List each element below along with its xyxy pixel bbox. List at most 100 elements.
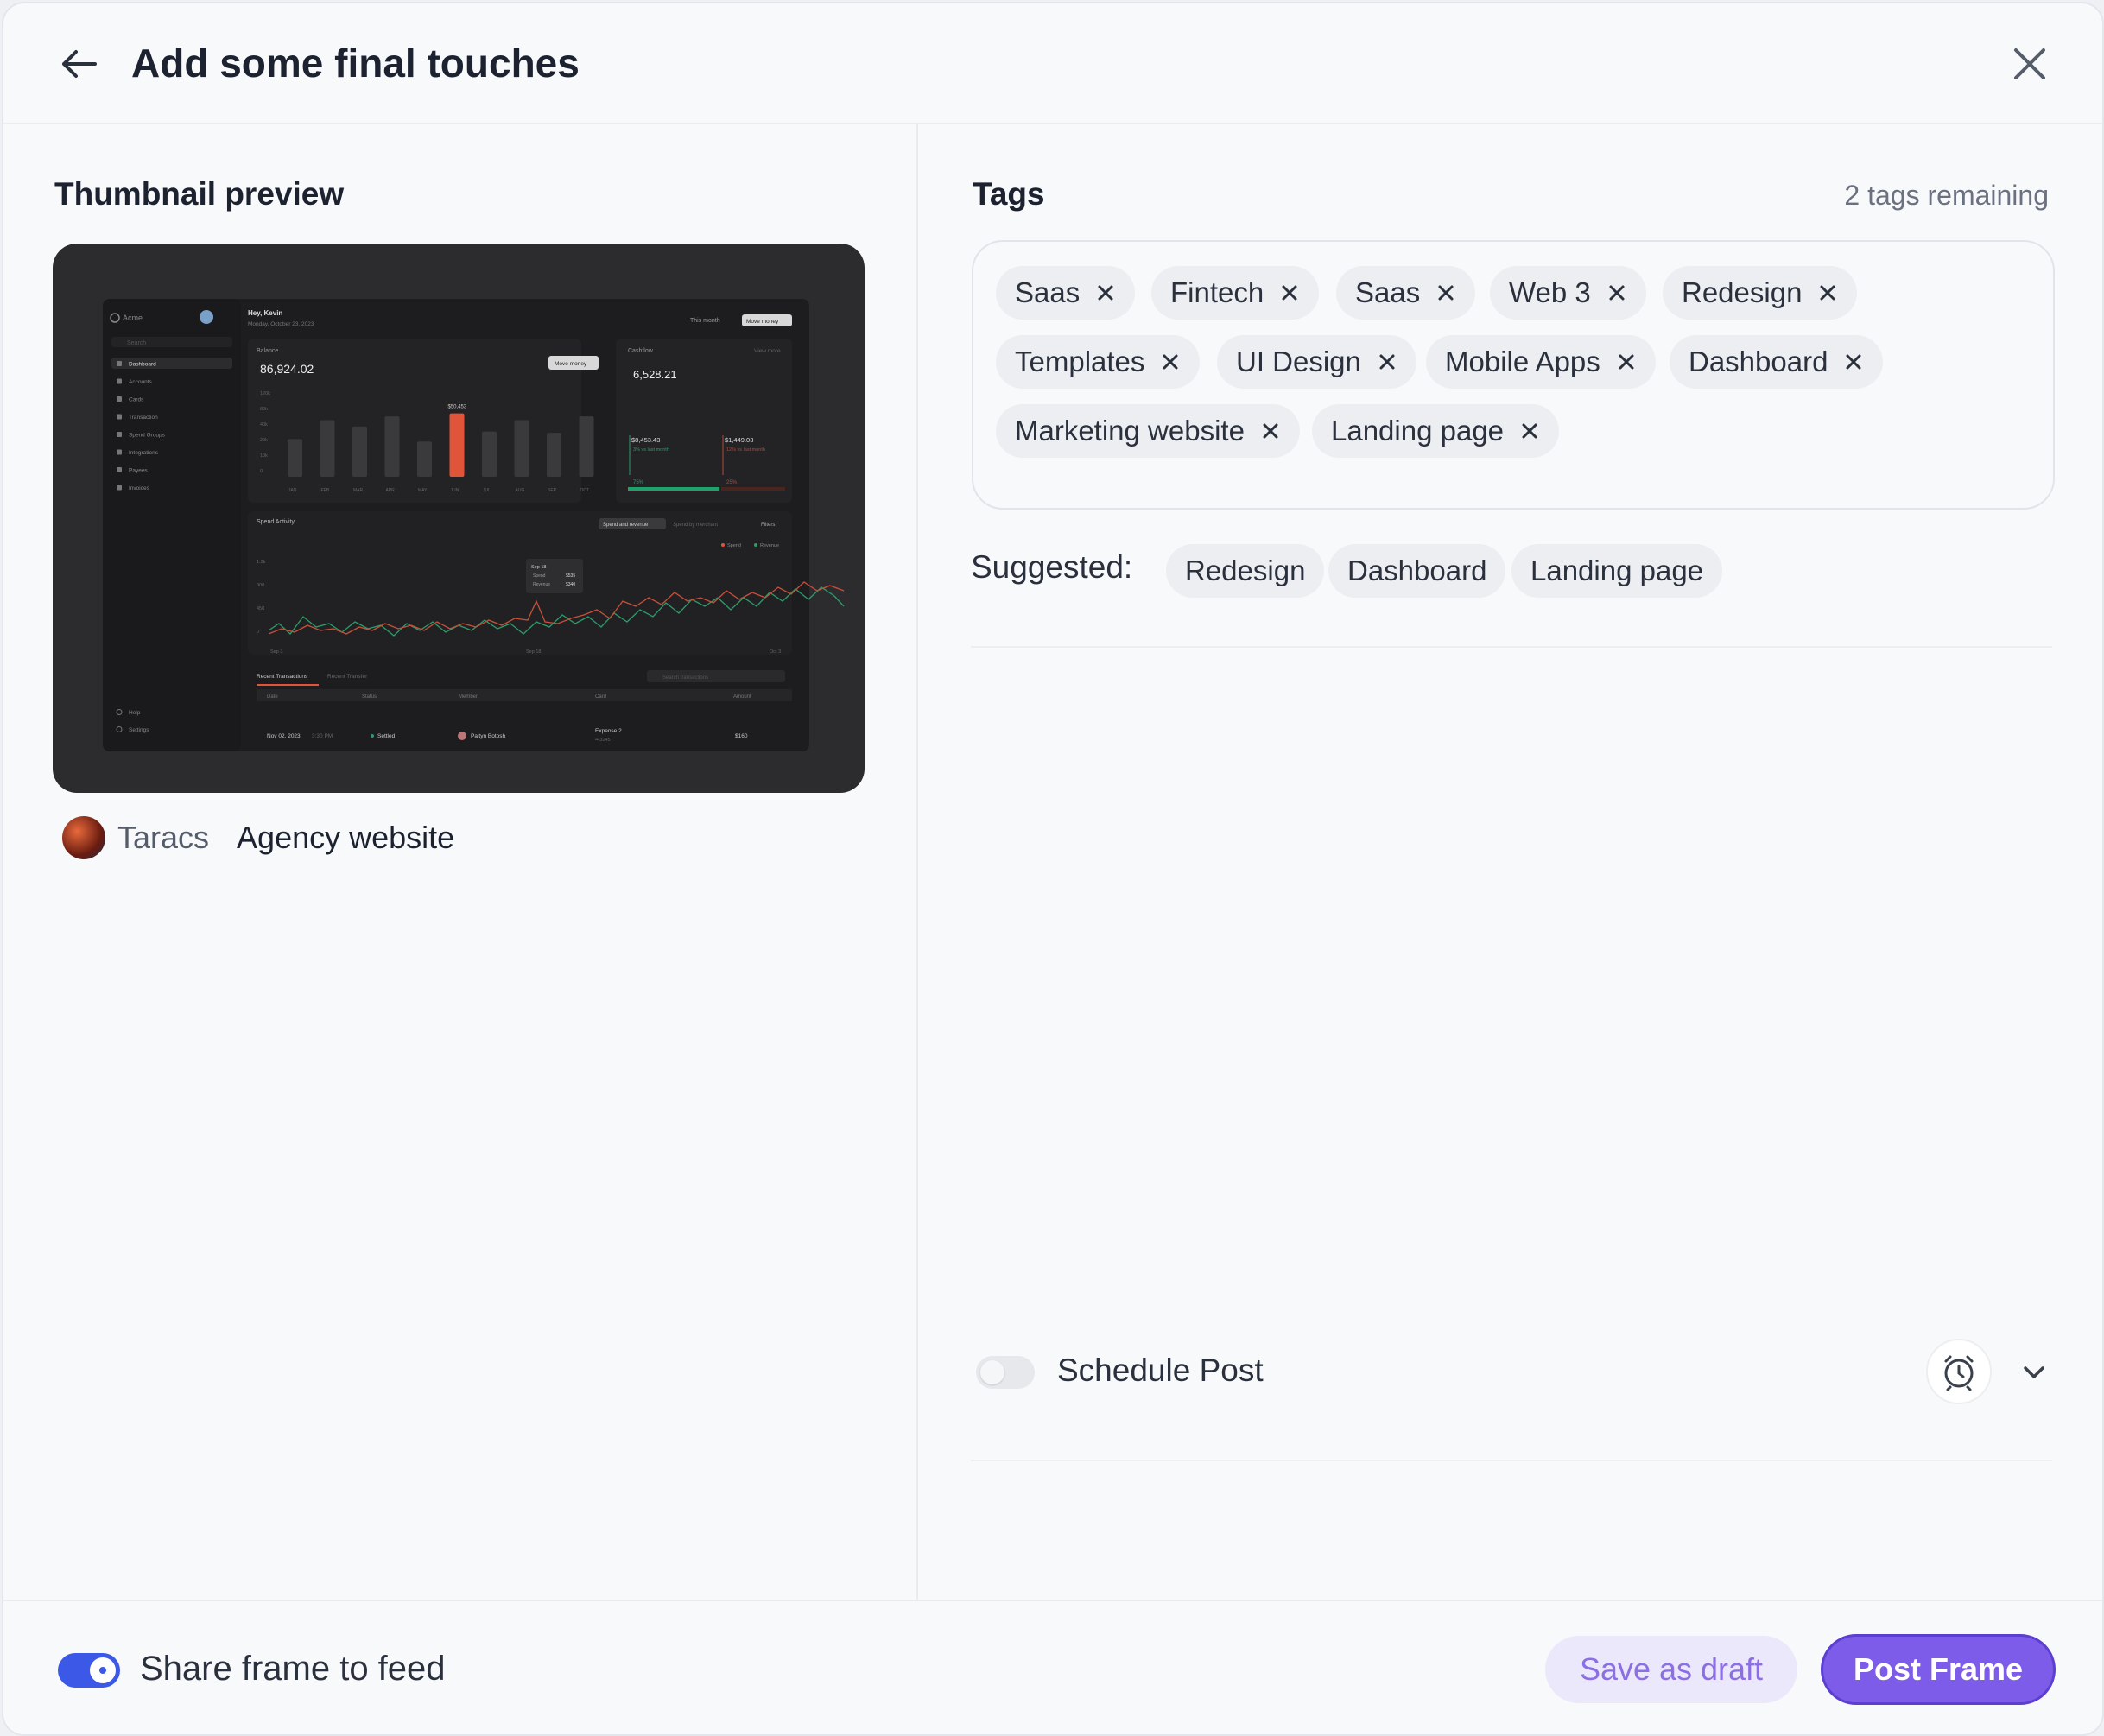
tag-chip: Saas (1336, 266, 1476, 320)
modal-footer: Share frame to feed Save as draft Post F… (3, 1600, 2102, 1734)
thumb-tooltip-spend: $535 (566, 573, 575, 579)
thumb-month-label: JUN (451, 488, 459, 493)
thumb-nav-icon (117, 432, 122, 437)
remove-tag-icon[interactable] (1519, 421, 1540, 441)
thumb-y-tick: 0 (260, 469, 263, 474)
thumb-in-note: 3% vs last month (633, 447, 669, 453)
thumb-nav-item: Payees (129, 468, 148, 474)
thumb-nav-bottom-item: Settings (129, 727, 149, 733)
schedule-toggle[interactable] (976, 1356, 1035, 1389)
thumb-spend-y-tick: 900 (257, 583, 264, 588)
thumb-nav-item: Spend Groups (129, 433, 166, 439)
thumb-month-label: AUG (516, 488, 525, 493)
tag-label: Fintech (1170, 276, 1264, 308)
thumb-nav-icon (117, 449, 122, 455)
thumb-bar (320, 420, 335, 477)
tag-label: Web 3 (1509, 276, 1591, 308)
arrow-left-icon[interactable] (54, 38, 105, 90)
tags-input[interactable]: Saas Fintech Saas Web 3 Redesign Templat… (972, 240, 2055, 510)
thumb-period: This month (690, 318, 720, 324)
modal: Add some final touches Thumbnail preview… (2, 2, 2104, 1736)
remove-tag-icon[interactable] (1279, 282, 1300, 303)
divider (971, 1460, 2052, 1461)
thumb-tx-header: Status (362, 694, 377, 700)
thumb-cashflow-out: $1,449.03 (725, 436, 753, 444)
remove-tag-icon[interactable] (1817, 282, 1838, 303)
column-divider (916, 124, 918, 1600)
tag-chip: Mobile Apps (1426, 335, 1656, 389)
thumb-nav-icon (117, 414, 122, 420)
thumb-tx-header: Amount (733, 694, 751, 700)
thumb-balance-value: 86,924.02 (260, 362, 314, 376)
remove-tag-icon[interactable] (1843, 352, 1864, 372)
thumb-nav-bottom-item: Help (129, 710, 141, 716)
thumb-view-more: View more (754, 348, 781, 354)
alarm-clock-icon (1944, 1355, 1974, 1391)
suggested-tag[interactable]: Redesign (1166, 544, 1325, 598)
schedule-time-button[interactable] (1926, 1339, 1992, 1404)
suggested-tag[interactable]: Landing page (1511, 544, 1723, 598)
tag-label: UI Design (1236, 345, 1361, 377)
post-frame-button[interactable]: Post Frame (1821, 1634, 2056, 1705)
chevron-down-icon[interactable] (2018, 1356, 2050, 1389)
thumb-tx-time: 3:30 PM (312, 733, 333, 739)
author-name[interactable]: Taracs (117, 820, 209, 856)
suggested-tag[interactable]: Dashboard (1328, 544, 1506, 598)
thumb-tx-header: Date (267, 694, 278, 700)
thumb-legend-revenue: Revenue (760, 543, 779, 548)
close-icon[interactable] (2004, 38, 2056, 90)
thumb-spend-x-tick: Sep 3 (270, 649, 282, 655)
remove-tag-icon[interactable] (1377, 352, 1397, 372)
thumb-brand: Acme (123, 314, 143, 322)
thumb-spend-y-tick: 450 (257, 606, 264, 611)
remove-tag-icon[interactable] (1616, 352, 1637, 372)
dashboard-screenshot: Acme Search Dashboard Accounts Cards Transa… (103, 299, 845, 751)
thumb-tx-status: Settled (377, 733, 396, 739)
project-name: Agency website (237, 820, 455, 855)
thumb-tx-tab-1: Recent Transactions (257, 674, 308, 680)
tag-chip: Redesign (1663, 266, 1858, 320)
thumb-y-tick: 20k (260, 438, 268, 443)
thumb-month-label: JUL (483, 488, 491, 493)
remove-tag-icon[interactable] (1607, 282, 1627, 303)
thumb-nav-icon (117, 361, 122, 366)
tag-chip: Templates (996, 335, 1201, 389)
thumb-bar (384, 416, 400, 477)
save-draft-button[interactable]: Save as draft (1545, 1636, 1797, 1703)
remove-tag-icon[interactable] (1095, 282, 1116, 303)
thumb-month-label: APR (386, 488, 396, 493)
remove-tag-icon[interactable] (1160, 352, 1181, 372)
remove-tag-icon[interactable] (1260, 421, 1281, 441)
tag-chip: Dashboard (1670, 335, 1884, 389)
tag-chip: Landing page (1312, 404, 1560, 458)
tag-chip: Fintech (1151, 266, 1320, 320)
share-label: Share frame to feed (140, 1650, 446, 1688)
thumb-balance-label: Balance (257, 348, 278, 354)
avatar[interactable] (62, 816, 105, 859)
remove-tag-icon[interactable] (1435, 282, 1456, 303)
thumb-tx-card-sub: •• 3245 (595, 738, 611, 743)
thumb-bar (352, 426, 367, 477)
tag-label: Marketing website (1015, 415, 1245, 447)
thumb-nav-item: Transaction (129, 415, 158, 421)
thumb-cashflow-value: 6,528.21 (633, 368, 677, 381)
thumb-tx-tab-2: Recent Transfer (327, 674, 368, 680)
thumb-month-label: FEB (321, 488, 330, 493)
tag-label: Mobile Apps (1445, 345, 1600, 377)
thumb-spend-y-tick: 0 (257, 630, 259, 635)
thumb-month-label: MAR (353, 488, 364, 493)
thumb-month-label: OCT (580, 488, 590, 493)
thumb-nav-item: Cards (129, 397, 144, 403)
tag-chip: Web 3 (1490, 266, 1646, 320)
thumb-tx-header: Card (595, 694, 606, 700)
thumb-tx-member: Paityn Botosh (471, 733, 505, 739)
tag-label: Dashboard (1689, 345, 1828, 377)
thumb-tx-card: Expense 2 (595, 728, 622, 734)
share-toggle[interactable] (58, 1653, 120, 1688)
thumb-move-money-2: Move money (555, 361, 587, 367)
thumb-nav-item: Integrations (129, 450, 159, 456)
modal-title: Add some final touches (131, 41, 580, 86)
thumb-tooltip-revenue-label: Revenue (533, 582, 550, 587)
thumbnail-preview: Acme Search Dashboard Accounts Cards Transa… (53, 244, 865, 793)
thumb-legend-spend: Spend (727, 543, 741, 548)
